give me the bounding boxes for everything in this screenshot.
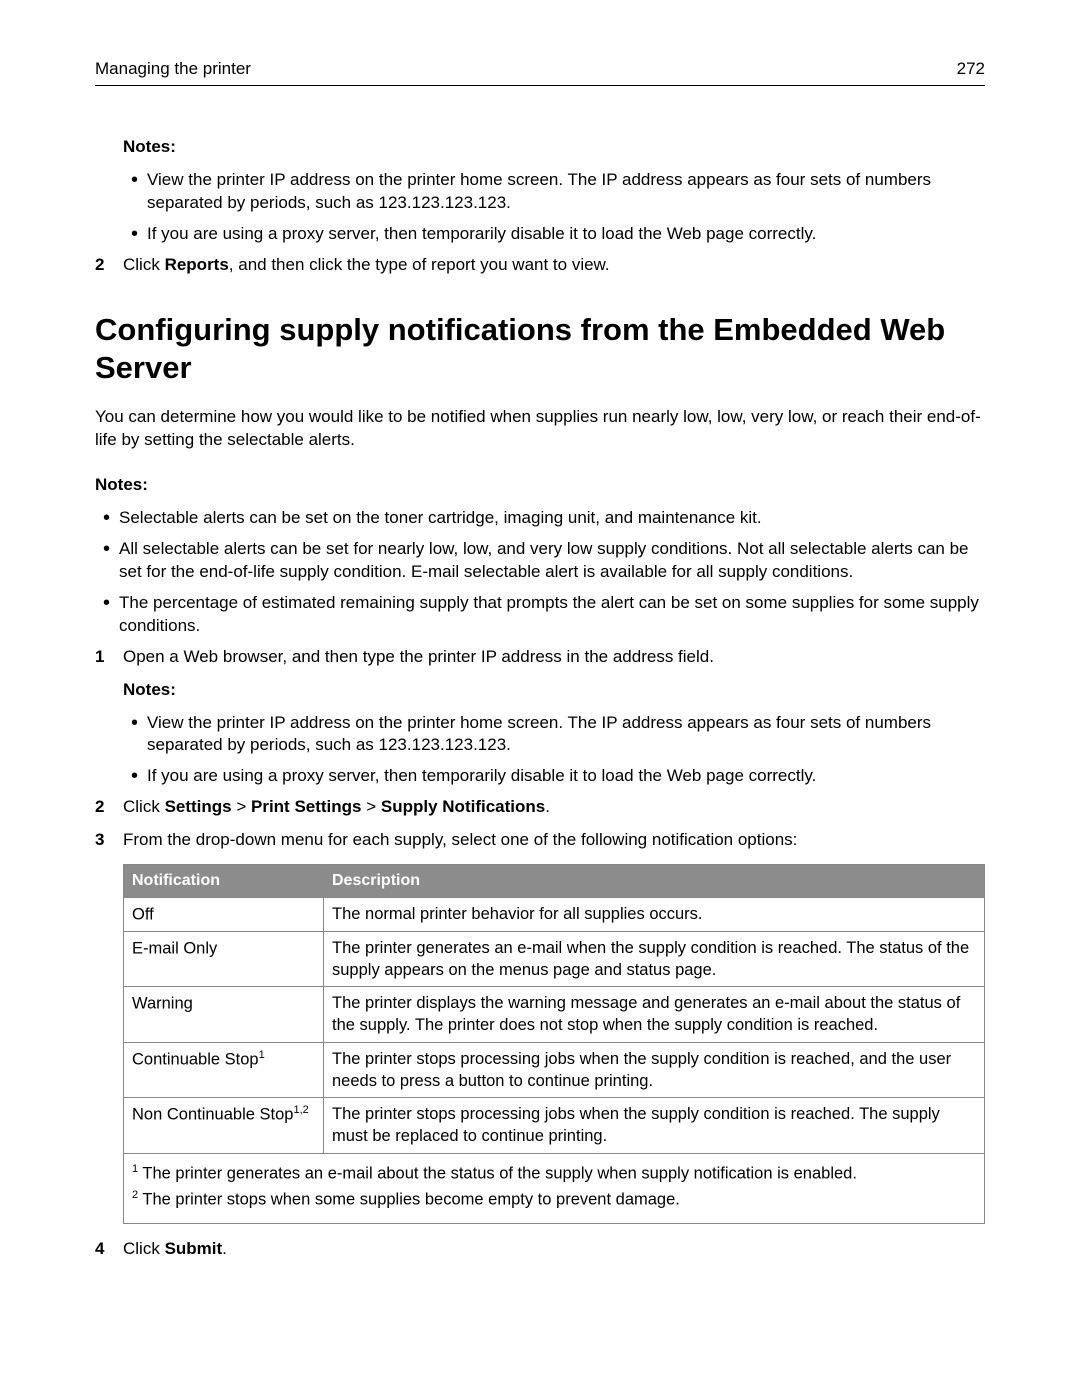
step-1: 1 Open a Web browser, and then type the … [95, 646, 985, 669]
list-item: The percentage of estimated remaining su… [119, 592, 985, 638]
table-footnotes: 1 The printer generates an e-mail about … [123, 1154, 985, 1225]
list-item: If you are using a proxy server, then te… [147, 765, 985, 788]
notes-list: View the printer IP address on the print… [123, 169, 985, 246]
table-header-description: Description [324, 865, 985, 898]
step-body: Click Submit. [123, 1238, 985, 1261]
table-row: Continuable Stop1 The printer stops proc… [124, 1042, 985, 1098]
intro-paragraph: You can determine how you would like to … [95, 406, 985, 452]
table-row: Non Continuable Stop1,2 The printer stop… [124, 1098, 985, 1154]
list-item: View the printer IP address on the print… [147, 169, 985, 215]
step-number: 1 [95, 646, 123, 669]
list-item: View the printer IP address on the print… [147, 712, 985, 758]
step-number: 2 [95, 796, 123, 819]
step-number: 4 [95, 1238, 123, 1261]
list-item: All selectable alerts can be set for nea… [119, 538, 985, 584]
step-2: 2 Click Settings > Print Settings > Supp… [95, 796, 985, 819]
step-2-top: 2 Click Reports, and then click the type… [95, 254, 985, 277]
step-body: Open a Web browser, and then type the pr… [123, 646, 985, 669]
table-row: Off The normal printer behavior for all … [124, 897, 985, 931]
notification-table: Notification Description Off The normal … [123, 864, 985, 1153]
step-3: 3 From the drop-down menu for each suppl… [95, 829, 985, 852]
page-number: 272 [957, 58, 985, 81]
notes-label: Notes: [123, 679, 985, 702]
table-row: E-mail Only The printer generates an e-m… [124, 931, 985, 987]
step-number: 3 [95, 829, 123, 852]
table-row: Warning The printer displays the warning… [124, 987, 985, 1043]
step-body: Click Reports, and then click the type o… [123, 254, 985, 277]
table-header-notification: Notification [124, 865, 324, 898]
section-heading: Configuring supply notifications from th… [95, 311, 985, 389]
header-title: Managing the printer [95, 58, 251, 81]
step-4: 4 Click Submit. [95, 1238, 985, 1261]
notes-list: View the printer IP address on the print… [123, 712, 985, 789]
notes-label: Notes: [123, 136, 985, 159]
step-number: 2 [95, 254, 123, 277]
notes-list: Selectable alerts can be set on the tone… [95, 507, 985, 638]
list-item: Selectable alerts can be set on the tone… [119, 507, 985, 530]
step-body: Click Settings > Print Settings > Supply… [123, 796, 985, 819]
page-header: Managing the printer 272 [95, 58, 985, 86]
list-item: If you are using a proxy server, then te… [147, 223, 985, 246]
notes-label: Notes: [95, 474, 985, 497]
step-body: From the drop-down menu for each supply,… [123, 829, 985, 852]
